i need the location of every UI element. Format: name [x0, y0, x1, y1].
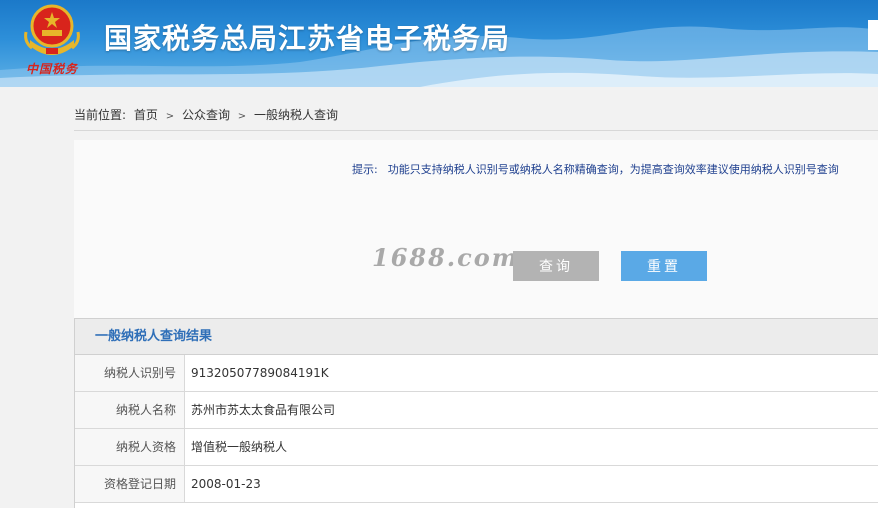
table-row: 纳税人资格 增值税一般纳税人 — [75, 429, 878, 466]
tip-label: 提示: — [352, 163, 378, 176]
breadcrumb-item-home[interactable]: 首页 — [134, 106, 158, 123]
breadcrumb-item-public-query[interactable]: 公众查询 — [182, 106, 230, 123]
row-label: 纳税人名称 — [75, 392, 185, 428]
emblem-caption: 中国税务 — [26, 62, 79, 76]
reset-button[interactable]: 重置 — [621, 251, 707, 281]
row-value: 2008-01-23 — [191, 477, 261, 491]
breadcrumb-item-general-taxpayer-query: 一般纳税人查询 — [254, 108, 339, 122]
breadcrumb: 当前位置: 首页 > 公众查询 > 一般纳税人查询 — [74, 106, 338, 123]
result-title: 一般纳税人查询结果 — [75, 319, 878, 355]
site-title: 国家税务总局江苏省电子税务局 — [104, 22, 511, 55]
watermark-text: 1688.com — [372, 243, 520, 272]
tip-text: 功能只支持纳税人识别号或纳税人名称精确查询，为提高查询效率建议使用纳税人识别号查… — [387, 163, 839, 176]
tax-emblem-icon — [24, 4, 80, 55]
row-label: 纳税人识别号 — [75, 355, 185, 391]
breadcrumb-label: 当前位置: — [74, 108, 127, 122]
query-panel: 提示: 功能只支持纳税人识别号或纳税人名称精确查询，为提高查询效率建议使用纳税人识… — [74, 140, 878, 318]
header-corner-block — [868, 20, 878, 50]
row-value: 增值税一般纳税人 — [191, 440, 288, 454]
row-value: 苏州市苏太太食品有限公司 — [191, 403, 336, 417]
table-row: 纳税人名称 苏州市苏太太食品有限公司 — [75, 392, 878, 429]
query-tip: 提示: 功能只支持纳税人识别号或纳税人名称精确查询，为提高查询效率建议使用纳税人识… — [352, 161, 839, 177]
result-table: 一般纳税人查询结果 纳税人识别号 91320507789084191K 纳税人名… — [74, 318, 878, 508]
row-label: 纳税人资格 — [75, 429, 185, 465]
breadcrumb-separator: > — [237, 111, 247, 122]
breadcrumb-separator: > — [165, 111, 175, 122]
query-button[interactable]: 查询 — [513, 251, 599, 281]
breadcrumb-divider — [74, 130, 878, 131]
row-value: 91320507789084191K — [191, 366, 329, 380]
table-row: 纳税人识别号 91320507789084191K — [75, 355, 878, 392]
site-header: 中国税务 国家税务总局江苏省电子税务局 — [0, 0, 878, 87]
row-label: 资格登记日期 — [75, 466, 185, 502]
table-row: 资格登记日期 2008-01-23 — [75, 466, 878, 503]
